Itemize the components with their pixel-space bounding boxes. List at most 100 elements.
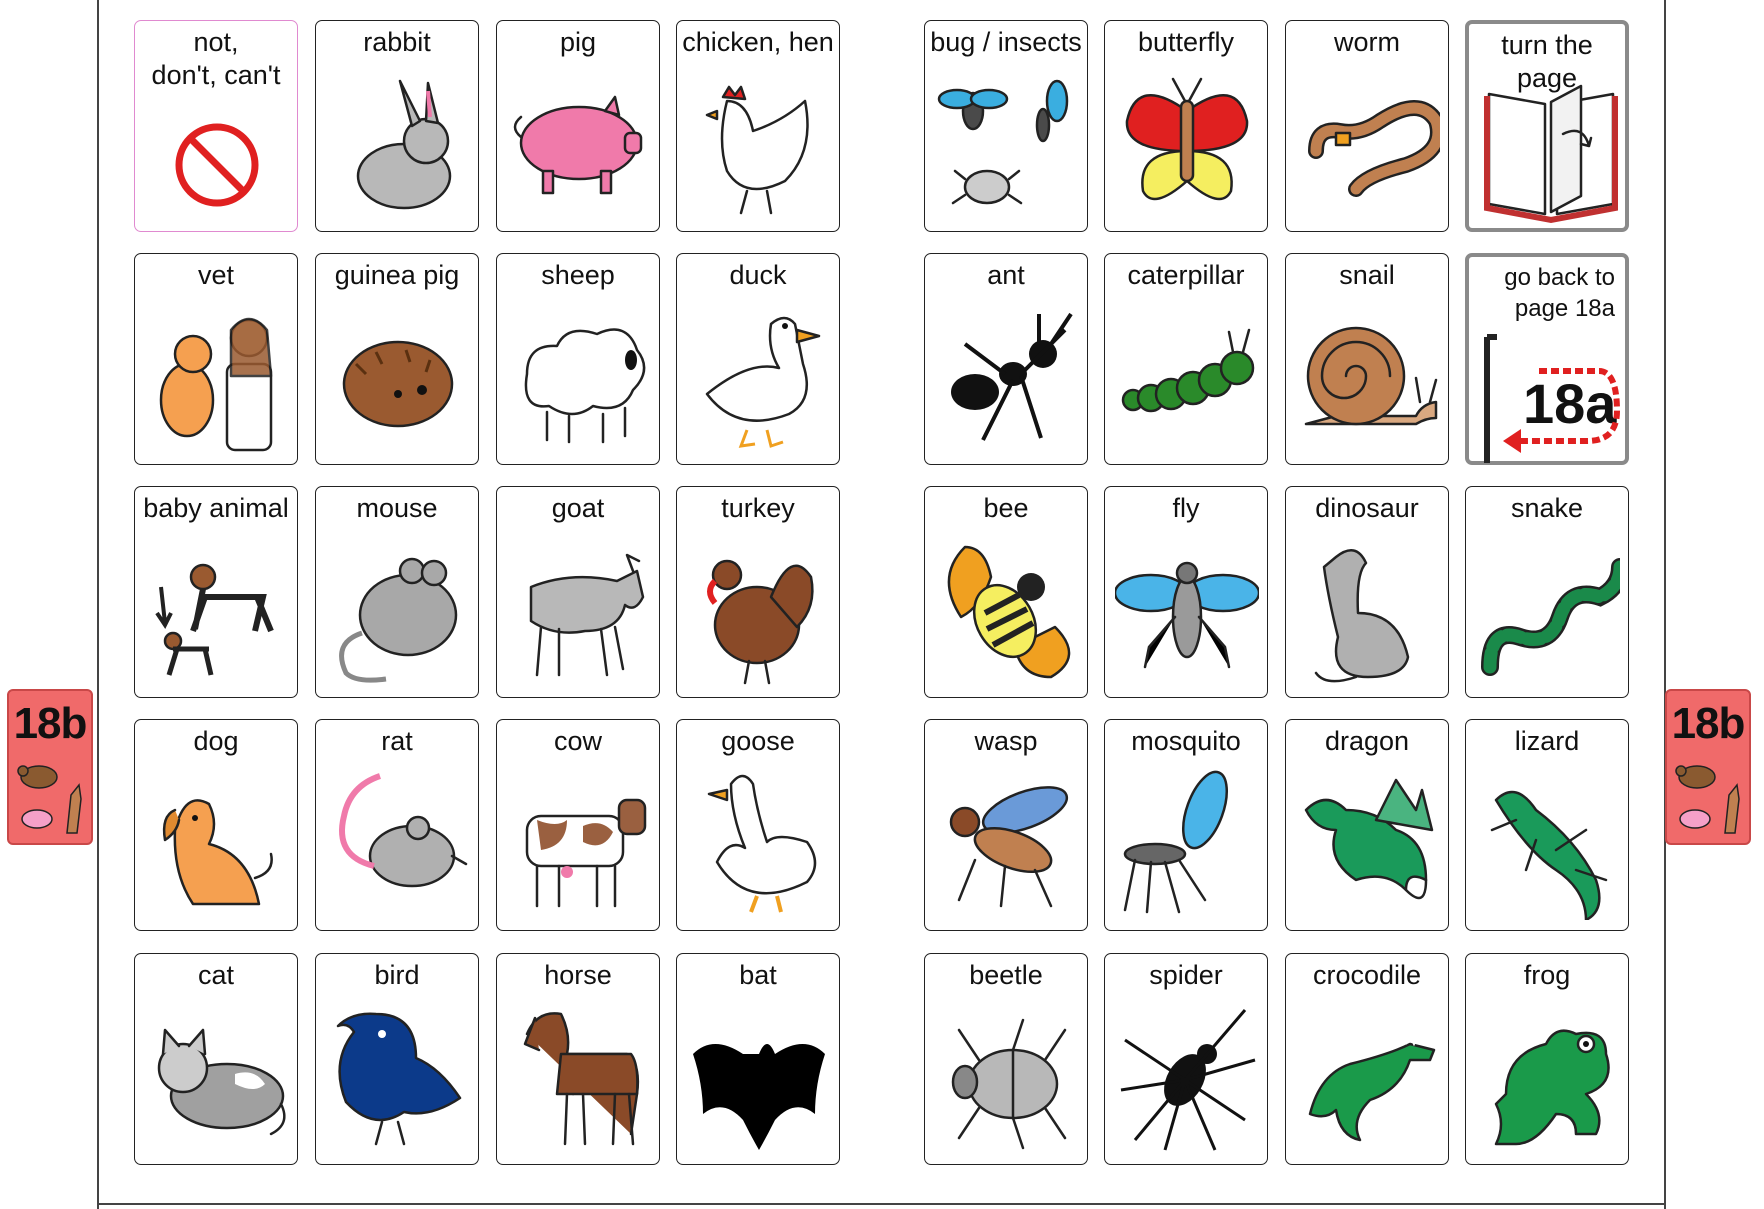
back-arrow-icon: 18a [1484,334,1621,463]
cat-icon [157,1028,286,1136]
hen-icon [705,85,809,215]
symbol-cell-turkey[interactable]: turkey [676,486,840,698]
symbol-label: not, don't, can't [151,27,281,90]
symbol-cell-duck[interactable]: duck [676,253,840,465]
symbol-cell-spider[interactable]: spider [1104,953,1268,1165]
symbol-cell-goat[interactable]: goat [496,486,660,698]
symbol-cell-lizard[interactable]: lizard [1465,719,1629,931]
snake-icon [1481,558,1620,676]
symbol-label: cat [197,960,235,990]
symbol-label: crocodile [1312,960,1422,990]
symbol-cell-crocodile[interactable]: crocodile [1285,953,1449,1165]
pig-icon [513,95,643,195]
insects-icon [937,79,1069,205]
symbol-cell-wasp[interactable]: wasp [924,719,1088,931]
symbol-cell-sheep[interactable]: sheep [496,253,660,465]
bird-icon [336,1012,462,1146]
symbol-cell-horse[interactable]: horse [496,953,660,1165]
symbol-label: chicken, hen [682,27,834,57]
symbol-cell-cow[interactable]: cow [496,719,660,931]
caterpillar-icon [1121,328,1255,413]
page-tab-right[interactable]: 18b [1665,689,1751,845]
symbol-cell-dragon[interactable]: dragon [1285,719,1449,931]
animals-tab-icon [17,765,82,834]
mosquito-icon [1123,770,1229,914]
symbol-cell-snake[interactable]: snake [1465,486,1629,698]
page-tab-left[interactable]: 18b [7,689,93,845]
symbol-cell-dinosaur[interactable]: dinosaur [1285,486,1449,698]
baby-animal-icon [155,563,274,676]
symbol-label: snake [1510,493,1584,523]
symbol-cell-baby-animal[interactable]: baby animal [134,486,298,698]
symbol-cell-cat[interactable]: cat [134,953,298,1165]
dragon-icon [1304,778,1434,900]
mouse-icon [339,557,458,683]
book-icon [1484,84,1618,224]
symbol-label: goose [721,726,795,756]
symbol-label: vet [197,260,235,290]
symbol-label: horse [544,960,612,990]
symbol-cell-worm[interactable]: worm [1285,20,1449,232]
ant-icon [951,312,1073,441]
symbol-cell-bat[interactable]: bat [676,953,840,1165]
sheep-icon [524,328,646,444]
animals-tab-icon [1675,765,1740,834]
symbol-label: wasp [974,726,1038,756]
symbol-cell-caterpillar[interactable]: caterpillar [1104,253,1268,465]
symbol-cell-bee[interactable]: bee [924,486,1088,698]
frog-icon [1494,1029,1610,1146]
symbol-cell-ant[interactable]: ant [924,253,1088,465]
symbol-cell-pig[interactable]: pig [496,20,660,232]
symbol-cell-butterfly[interactable]: butterfly [1104,20,1268,232]
symbol-cell-guinea-pig[interactable]: guinea pig [315,253,479,465]
goat-icon [529,553,645,677]
symbol-label: bat [739,960,777,990]
no-symbol-icon [175,123,259,207]
symbol-cell-back-arrow[interactable]: go back to page 18a 18a [1465,253,1629,465]
symbol-label: pig [559,27,597,57]
symbol-label: bee [983,493,1029,523]
dinosaur-icon [1314,549,1410,683]
symbol-cell-rat[interactable]: rat [315,719,479,931]
symbol-label: sheep [541,260,615,290]
cow-icon [525,798,647,908]
guinea-pig-icon [342,340,454,428]
symbol-cell-book[interactable]: turn the page [1465,20,1629,232]
symbol-label: frog [1523,960,1571,990]
svg-text:18a: 18a [1523,372,1617,435]
duck-icon [705,316,821,448]
symbol-cell-goose[interactable]: goose [676,719,840,931]
symbol-cell-dog[interactable]: dog [134,719,298,931]
symbol-cell-insects[interactable]: bug / insects [924,20,1088,232]
spider-icon [1120,1009,1256,1151]
symbol-cell-vet[interactable]: vet [134,253,298,465]
symbol-label: guinea pig [334,260,460,290]
worm-icon [1308,100,1440,197]
symbol-cell-hen[interactable]: chicken, hen [676,20,840,232]
symbol-label: baby animal [143,493,289,523]
symbol-cell-no-symbol[interactable]: not, don't, can't [134,20,298,232]
symbol-label: mosquito [1131,726,1241,756]
symbol-label: butterfly [1137,27,1235,57]
left-margin-line [97,0,99,1209]
goose-icon [707,774,817,913]
bee-icon [947,545,1071,679]
symbol-cell-bird[interactable]: bird [315,953,479,1165]
symbol-label: dog [193,726,239,756]
symbol-label: cow [553,726,602,756]
symbol-label: rat [381,726,413,756]
page-tab-label: 18b [13,699,88,748]
symbol-cell-snail[interactable]: snail [1285,253,1449,465]
symbol-cell-rabbit[interactable]: rabbit [315,20,479,232]
symbol-cell-mouse[interactable]: mouse [315,486,479,698]
symbol-cell-beetle[interactable]: beetle [924,953,1088,1165]
horse-icon [523,1012,640,1146]
symbol-cell-mosquito[interactable]: mosquito [1104,719,1268,931]
symbol-label: beetle [969,960,1043,990]
symbol-cell-frog[interactable]: frog [1465,953,1629,1165]
symbol-cell-fly[interactable]: fly [1104,486,1268,698]
crocodile-icon [1308,1033,1436,1142]
lizard-icon [1490,790,1608,920]
right-margin-line [1664,0,1666,1209]
symbol-label: bug / insects [930,27,1082,57]
